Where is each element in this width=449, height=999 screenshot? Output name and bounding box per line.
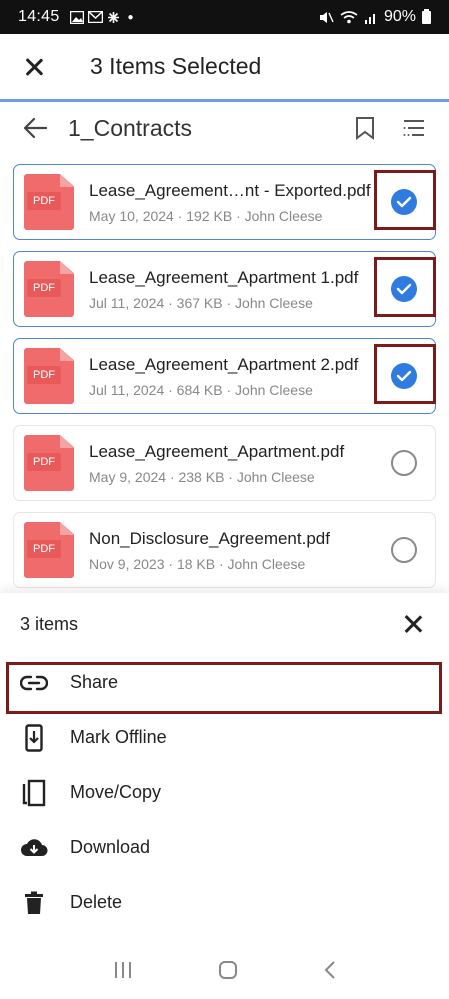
unchecked-icon[interactable] [391, 537, 417, 563]
pdf-file-icon: PDF [24, 261, 74, 317]
pdf-file-icon: PDF [24, 174, 74, 230]
cloud-download-icon [19, 838, 49, 858]
signal-icon [364, 13, 375, 24]
pdf-file-icon: PDF [24, 435, 74, 491]
file-name: Lease_Agreement_Apartment 2.pdf [89, 354, 359, 374]
checkbox-highlight [374, 257, 436, 317]
system-nav-bar [0, 940, 449, 999]
status-time: 14:45 [18, 8, 60, 25]
file-row[interactable]: PDF Lease_Agreement_Apartment 2.pdf Jul … [13, 338, 436, 414]
close-sheet-icon[interactable] [402, 613, 424, 635]
copy-icon [19, 779, 49, 807]
mark-offline-action[interactable]: Mark Offline [0, 710, 449, 765]
photo-icon [69, 10, 84, 24]
selection-title: 3 Items Selected [90, 53, 262, 79]
move-copy-label: Move/Copy [70, 782, 162, 802]
file-meta: Jul 11, 2024 · 367 KB · John Cleese [89, 294, 313, 311]
selected-count: 3 items [20, 613, 79, 634]
file-row[interactable]: PDF Lease_Agreement…nt - Exported.pdf Ma… [13, 164, 436, 240]
file-row[interactable]: PDF Lease_Agreement_Apartment 1.pdf Jul … [13, 251, 436, 327]
checkbox-highlight [374, 344, 436, 404]
back-arrow-icon[interactable] [22, 115, 48, 141]
file-row[interactable]: PDF Non_Disclosure_Agreement.pdf Nov 9, … [13, 512, 436, 588]
delete-action[interactable]: Delete [0, 875, 449, 930]
file-name: Lease_Agreement_Apartment.pdf [89, 441, 345, 461]
sort-list-icon[interactable] [403, 118, 425, 138]
wifi-icon [340, 10, 358, 23]
battery-icon [422, 8, 431, 24]
folder-bar: 1_Contracts [0, 104, 449, 152]
pdf-file-icon: PDF [24, 348, 74, 404]
back-icon[interactable] [323, 960, 337, 980]
pdf-file-icon: PDF [24, 522, 74, 578]
file-meta: May 10, 2024 · 192 KB · John Cleese [89, 207, 323, 224]
delete-label: Delete [70, 892, 123, 912]
mark-offline-label: Mark Offline [70, 727, 167, 747]
file-meta: Nov 9, 2023 · 18 KB · John Cleese [89, 555, 306, 572]
dot-icon: ● [127, 11, 134, 23]
file-name: Non_Disclosure_Agreement.pdf [89, 528, 330, 548]
pinwheel-icon [107, 11, 119, 23]
battery-percent: 90% [383, 8, 416, 25]
status-bar: 14:45 ● 90% [0, 0, 449, 34]
download-label: Download [70, 837, 151, 857]
file-row[interactable]: PDF Lease_Agreement_Apartment.pdf May 9,… [13, 425, 436, 501]
bookmark-icon[interactable] [355, 116, 375, 140]
gmail-icon [87, 11, 103, 23]
unchecked-icon[interactable] [391, 450, 417, 476]
file-name: Lease_Agreement_Apartment 1.pdf [89, 267, 359, 287]
trash-icon [19, 891, 49, 915]
offline-icon [19, 723, 49, 752]
home-icon[interactable] [218, 960, 238, 980]
share-highlight [6, 662, 442, 714]
move-copy-action[interactable]: Move/Copy [0, 765, 449, 820]
checkbox-highlight [374, 170, 436, 230]
file-name: Lease_Agreement…nt - Exported.pdf [89, 180, 371, 200]
download-action[interactable]: Download [0, 820, 449, 875]
selection-header: 3 Items Selected [0, 34, 449, 102]
actions-bottom-sheet: 3 items Share Mark Offline Move/Copy Dow… [0, 593, 449, 999]
mute-icon [319, 11, 334, 23]
recents-icon[interactable] [113, 961, 133, 979]
file-meta: Jul 11, 2024 · 684 KB · John Cleese [89, 381, 313, 398]
file-meta: May 9, 2024 · 238 KB · John Cleese [89, 468, 315, 485]
close-selection-icon[interactable] [22, 55, 46, 79]
folder-title: 1_Contracts [68, 114, 193, 141]
